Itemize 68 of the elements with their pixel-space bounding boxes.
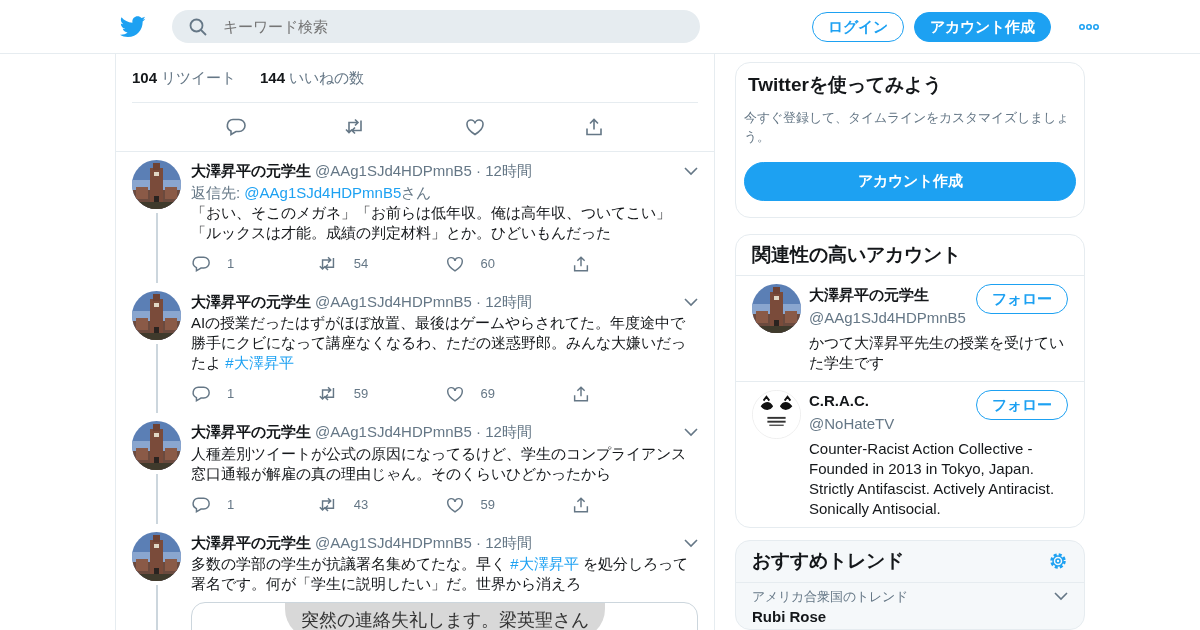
bird-logo-icon[interactable] xyxy=(120,15,146,38)
user-name[interactable]: 大澤昇平の元学生 xyxy=(191,421,311,444)
settings-icon[interactable] xyxy=(1048,551,1068,572)
account-name[interactable]: 大澤昇平の元学生 xyxy=(809,284,966,307)
trend-name[interactable]: Rubi Rose xyxy=(752,609,827,624)
trend-context: アメリカ合衆国のトレンド xyxy=(752,587,908,606)
account-handle[interactable]: @AAg1SJd4HDPmnB5 xyxy=(809,306,966,329)
user-name[interactable]: 大澤昇平の元学生 xyxy=(191,531,311,554)
user-name[interactable]: 大澤昇平の元学生 xyxy=(191,160,311,183)
tweet-time[interactable]: · 12時間 xyxy=(475,290,532,313)
reply-icon[interactable] xyxy=(191,253,211,274)
caption-text: 突然の連絡失礼します。梁英聖さん xyxy=(284,603,605,630)
user-name[interactable]: 大澤昇平の元学生 xyxy=(191,290,311,313)
section-title: 関連性の高いアカウント xyxy=(736,234,1084,276)
signup-button[interactable]: アカウント作成 xyxy=(744,161,1076,201)
reply-count: 1 xyxy=(227,254,235,273)
account-handle[interactable]: @NoHateTV xyxy=(809,412,895,435)
like-count: 59 xyxy=(480,495,495,514)
card-title: Twitterを使ってみよう xyxy=(747,73,943,97)
hashtag-link[interactable]: #大澤昇平 xyxy=(510,555,579,572)
tweet-text: 人種差別ツイートが公式の原因になってるけど、学生のコンプライアンス窓口通報が解雇の真の理由じゃん。そのくらいひどかったから xyxy=(191,443,687,484)
tweet-text: 多数の学部の学生が抗議署名集めてたな。早く #大澤昇平 を処分しろって署名です。何が「学生に説明したい」だ。世界から消えろ xyxy=(191,554,689,594)
hashtag-link[interactable]: #大澤昇平 xyxy=(225,354,294,371)
like-count: 60 xyxy=(480,254,495,273)
tweet-text: 「おい、そこのメガネ」「お前らは低年収。俺は高年収、ついてこい」「ルックスは才能。成績の判定材料」とか。ひどいもんだった xyxy=(191,202,672,243)
media-card[interactable]: 突然の連絡失礼します。梁英聖さん xyxy=(191,602,698,630)
follow-button[interactable]: フォロー xyxy=(976,390,1068,420)
retweet-count: 54 xyxy=(353,254,369,273)
reply-to-line: 返信先: @AAg1SJd4HDPmnB5さん xyxy=(191,182,433,203)
user-handle[interactable]: @AAg1SJd4HDPmnB5 xyxy=(315,421,472,444)
heart-icon[interactable] xyxy=(444,384,465,404)
retweet-count: 43 xyxy=(353,495,369,514)
user-handle[interactable]: @AAg1SJd4HDPmnB5 xyxy=(315,160,472,183)
reply-icon[interactable] xyxy=(191,384,211,404)
tweet-time[interactable]: · 12時間 xyxy=(475,160,532,183)
more-icon[interactable] xyxy=(1079,23,1099,30)
like-count: 69 xyxy=(480,385,495,404)
chevron-down-icon[interactable] xyxy=(684,427,698,437)
chevron-down-icon[interactable] xyxy=(1054,591,1068,602)
search-field[interactable]: キーワード検索 xyxy=(172,10,700,43)
reply-count: 1 xyxy=(227,385,235,404)
tweet-time[interactable]: · 12時間 xyxy=(475,421,532,444)
section-title: おすすめトレンド xyxy=(752,549,904,573)
user-handle[interactable]: @AAg1SJd4HDPmnB5 xyxy=(315,531,472,554)
reply-icon[interactable] xyxy=(224,116,247,138)
user-handle[interactable]: @AAg1SJd4HDPmnB5 xyxy=(315,290,472,313)
stat-label: いいねの数 xyxy=(289,67,365,88)
chevron-down-icon[interactable] xyxy=(684,537,698,548)
chevron-down-icon[interactable] xyxy=(684,296,698,307)
heart-icon[interactable] xyxy=(463,116,486,138)
stat-label: リツイート xyxy=(161,67,237,88)
account-bio: かつて大澤昇平先生の授業を受けていた学生です xyxy=(809,333,1065,373)
stat-count: 104 xyxy=(132,67,158,88)
reply-icon[interactable] xyxy=(191,494,211,515)
search-icon xyxy=(189,18,207,36)
chevron-down-icon[interactable] xyxy=(684,166,698,176)
stat-count: 144 xyxy=(260,67,286,88)
account-bio: Counter-Racist Action Collective - Founded in 2013 in Tokyo, Japan. Strictly Antifascist. Actively Antiracist. Sonically Antisocial. xyxy=(809,439,1056,519)
card-description: 今すぐ登録して、タイムラインをカスタマイズしましょう。 xyxy=(744,108,1070,146)
mention-link[interactable]: @AAg1SJd4HDPmnB5 xyxy=(244,183,402,201)
signup-button[interactable]: アカウント作成 xyxy=(914,11,1051,42)
retweet-count: 59 xyxy=(353,385,369,404)
account-name[interactable]: C.R.A.C. xyxy=(809,390,895,413)
login-button[interactable]: ログイン xyxy=(812,11,904,42)
follow-button[interactable]: フォロー xyxy=(976,284,1068,314)
tweet-text: AIの授業だったはずがほぼ放置、最後はゲームやらされてた。年度途中で勝手にクビになって講座なくなるわ、ただの迷惑野郎。みんな大嫌いだったよ #大澤昇平 xyxy=(191,313,687,373)
reply-count: 1 xyxy=(227,495,235,514)
tweet-time[interactable]: · 12時間 xyxy=(475,531,532,554)
